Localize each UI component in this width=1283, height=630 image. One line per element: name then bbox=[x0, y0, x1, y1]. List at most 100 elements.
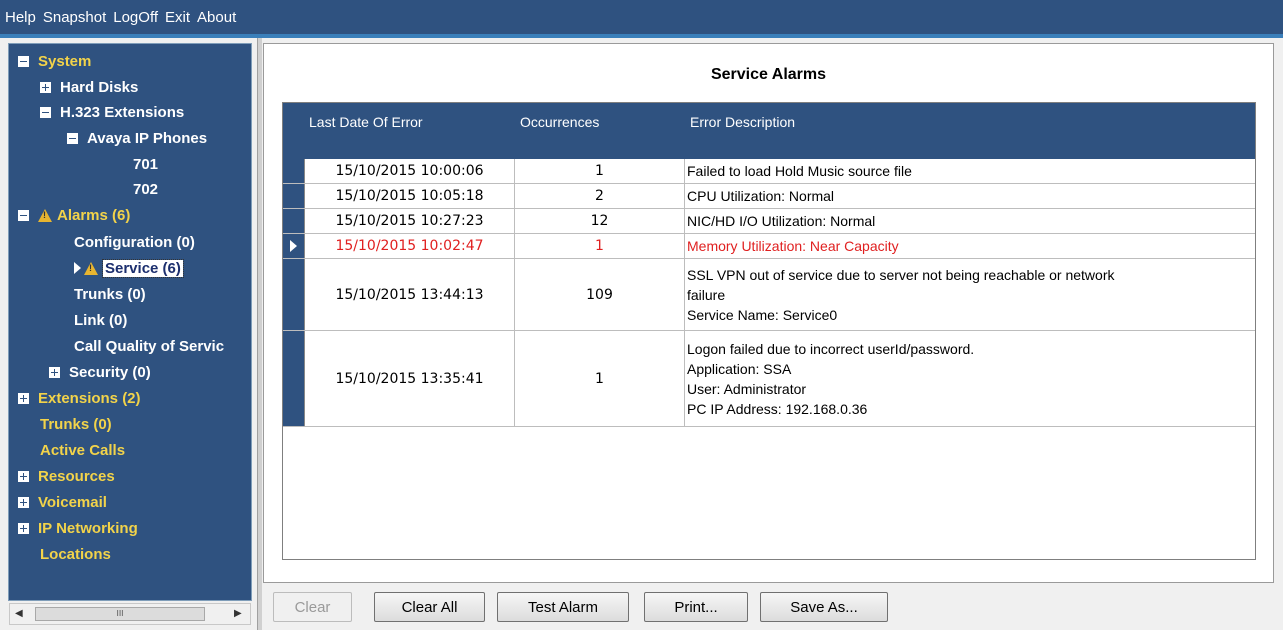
description-line: SSL VPN out of service due to server not… bbox=[687, 266, 1115, 283]
table-row[interactable]: 15/10/2015 13:35:41 1 Logon failed due t… bbox=[283, 331, 1255, 427]
tree-item-resources[interactable]: Resources bbox=[18, 464, 115, 488]
current-row-pointer-icon bbox=[290, 240, 297, 252]
save-as-button[interactable]: Save As... bbox=[760, 592, 888, 622]
warning-icon bbox=[84, 261, 98, 275]
tree-item-label: Locations bbox=[40, 545, 111, 563]
cell-occurrences: 12 bbox=[515, 209, 685, 233]
tree-item-h323-extensions[interactable]: H.323 Extensions bbox=[40, 100, 184, 124]
expand-icon[interactable] bbox=[49, 366, 60, 378]
tree-item-alarms[interactable]: Alarms (6) bbox=[18, 203, 130, 227]
row-selector[interactable] bbox=[283, 259, 305, 330]
tree-item-call-quality[interactable]: Call Quality of Servic bbox=[74, 334, 224, 358]
cell-occurrences: 109 bbox=[515, 259, 685, 330]
table-row[interactable]: 15/10/2015 10:00:06 1 Failed to load Hol… bbox=[283, 159, 1255, 184]
row-selector[interactable] bbox=[283, 159, 305, 183]
tree-item-security[interactable]: Security (0) bbox=[49, 360, 151, 384]
scroll-right-icon[interactable]: ▶ bbox=[234, 608, 242, 619]
tree-item-locations[interactable]: Locations bbox=[40, 542, 111, 566]
tree-item-label: 702 bbox=[133, 180, 159, 198]
cell-date: 15/10/2015 10:00:06 bbox=[305, 159, 515, 183]
tree-item-ip-networking[interactable]: IP Networking bbox=[18, 516, 138, 540]
cell-date: 15/10/2015 13:35:41 bbox=[305, 331, 515, 426]
cell-description: Failed to load Hold Music source file bbox=[686, 159, 1255, 183]
expand-icon[interactable] bbox=[40, 81, 51, 93]
description-line: Logon failed due to incorrect userId/pas… bbox=[687, 340, 975, 357]
row-selector[interactable] bbox=[283, 184, 305, 208]
menu-exit[interactable]: Exit bbox=[165, 9, 190, 26]
tree-item-voicemail[interactable]: Voicemail bbox=[18, 490, 107, 514]
description-line: User: Administrator bbox=[687, 380, 807, 397]
scroll-left-icon[interactable]: ◀ bbox=[15, 608, 23, 619]
menu-help[interactable]: Help bbox=[5, 9, 36, 26]
tree-item-link[interactable]: Link (0) bbox=[74, 308, 127, 332]
service-alarms-panel: Service Alarms Last Date Of Error Occurr… bbox=[263, 43, 1274, 583]
row-selector[interactable] bbox=[283, 209, 305, 233]
cell-occurrences: 2 bbox=[515, 184, 685, 208]
tree-item-trunks[interactable]: Trunks (0) bbox=[40, 412, 112, 436]
scroll-thumb-grip: III bbox=[116, 609, 124, 618]
expand-icon[interactable] bbox=[18, 392, 29, 404]
menu-snapshot[interactable]: Snapshot bbox=[43, 9, 106, 26]
expand-icon[interactable] bbox=[18, 470, 29, 482]
row-selector[interactable] bbox=[283, 234, 305, 258]
table-row-current[interactable]: 15/10/2015 10:02:47 1 Memory Utilization… bbox=[283, 234, 1255, 259]
description-line: NIC/HD I/O Utilization: Normal bbox=[687, 213, 876, 229]
tree-item-hard-disks[interactable]: Hard Disks bbox=[40, 75, 138, 99]
tree-item-702[interactable]: 702 bbox=[133, 177, 158, 201]
clear-all-button[interactable]: Clear All bbox=[374, 592, 485, 622]
collapse-icon[interactable] bbox=[18, 209, 29, 221]
column-header-date[interactable]: Last Date Of Error bbox=[309, 114, 423, 130]
description-line: Service Name: Service0 bbox=[687, 306, 838, 323]
table-row[interactable]: 15/10/2015 13:44:13 109 SSL VPN out of s… bbox=[283, 259, 1255, 331]
tree-item-label: Service (6) bbox=[102, 258, 184, 278]
cell-date: 15/10/2015 10:05:18 bbox=[305, 184, 515, 208]
description-line: PC IP Address: 192.168.0.36 bbox=[687, 400, 868, 417]
alarms-table: Last Date Of Error Occurrences Error Des… bbox=[282, 102, 1256, 560]
collapse-icon[interactable] bbox=[67, 132, 78, 144]
menu-about[interactable]: About bbox=[197, 9, 236, 26]
tree-item-label: Voicemail bbox=[38, 493, 107, 511]
tree-item-label: Trunks (0) bbox=[40, 415, 112, 433]
tree-item-avaya-ip-phones[interactable]: Avaya IP Phones bbox=[67, 126, 207, 150]
table-row[interactable]: 15/10/2015 10:05:18 2 CPU Utilization: N… bbox=[283, 184, 1255, 209]
tree-item-label: Call Quality of Servic bbox=[74, 337, 225, 355]
cell-occurrences: 1 bbox=[515, 159, 685, 183]
column-header-occurrences[interactable]: Occurrences bbox=[520, 114, 599, 130]
tree-item-label: Active Calls bbox=[40, 441, 126, 459]
tree-item-extensions[interactable]: Extensions (2) bbox=[18, 386, 141, 410]
tree-item-label: Avaya IP Phones bbox=[87, 129, 208, 147]
description-line: CPU Utilization: Normal bbox=[687, 188, 835, 204]
clear-button[interactable]: Clear bbox=[273, 592, 352, 622]
row-selector[interactable] bbox=[283, 331, 305, 426]
tree-item-trunks-alarms[interactable]: Trunks (0) bbox=[74, 282, 146, 306]
tree-item-configuration[interactable]: Configuration (0) bbox=[74, 230, 195, 254]
navigation-tree: System Hard Disks H.323 Extensions Avaya… bbox=[8, 43, 252, 601]
cell-description: NIC/HD I/O Utilization: Normal bbox=[686, 209, 1255, 233]
panel-splitter[interactable] bbox=[257, 38, 262, 630]
test-alarm-button[interactable]: Test Alarm bbox=[497, 592, 629, 622]
collapse-icon[interactable] bbox=[40, 106, 51, 118]
cell-date: 15/10/2015 13:44:13 bbox=[305, 259, 515, 330]
scrollbar-thumb[interactable]: III bbox=[35, 607, 205, 621]
tree-item-label: Resources bbox=[38, 467, 115, 485]
menu-logoff[interactable]: LogOff bbox=[113, 9, 158, 26]
tree-item-label: Alarms (6) bbox=[57, 206, 131, 224]
cell-description: Logon failed due to incorrect userId/pas… bbox=[686, 331, 1255, 426]
tree-item-label: Security (0) bbox=[69, 363, 151, 381]
menu-border bbox=[0, 34, 1283, 38]
collapse-icon[interactable] bbox=[18, 55, 29, 67]
tree-horizontal-scrollbar[interactable]: ◀ III ▶ bbox=[9, 603, 251, 625]
table-row[interactable]: 15/10/2015 10:27:23 12 NIC/HD I/O Utiliz… bbox=[283, 209, 1255, 234]
page-title: Service Alarms bbox=[710, 66, 827, 83]
expand-icon[interactable] bbox=[18, 496, 29, 508]
tree-item-active-calls[interactable]: Active Calls bbox=[40, 438, 125, 462]
tree-item-system[interactable]: System bbox=[18, 49, 91, 73]
tree-item-701[interactable]: 701 bbox=[133, 152, 158, 176]
tree-item-label: Link (0) bbox=[74, 311, 128, 329]
print-button[interactable]: Print... bbox=[644, 592, 748, 622]
tree-item-label: System bbox=[38, 52, 92, 70]
selected-caret-icon bbox=[74, 262, 81, 274]
column-header-description[interactable]: Error Description bbox=[690, 114, 795, 130]
expand-icon[interactable] bbox=[18, 522, 29, 534]
tree-item-service[interactable]: Service (6) bbox=[74, 256, 184, 280]
